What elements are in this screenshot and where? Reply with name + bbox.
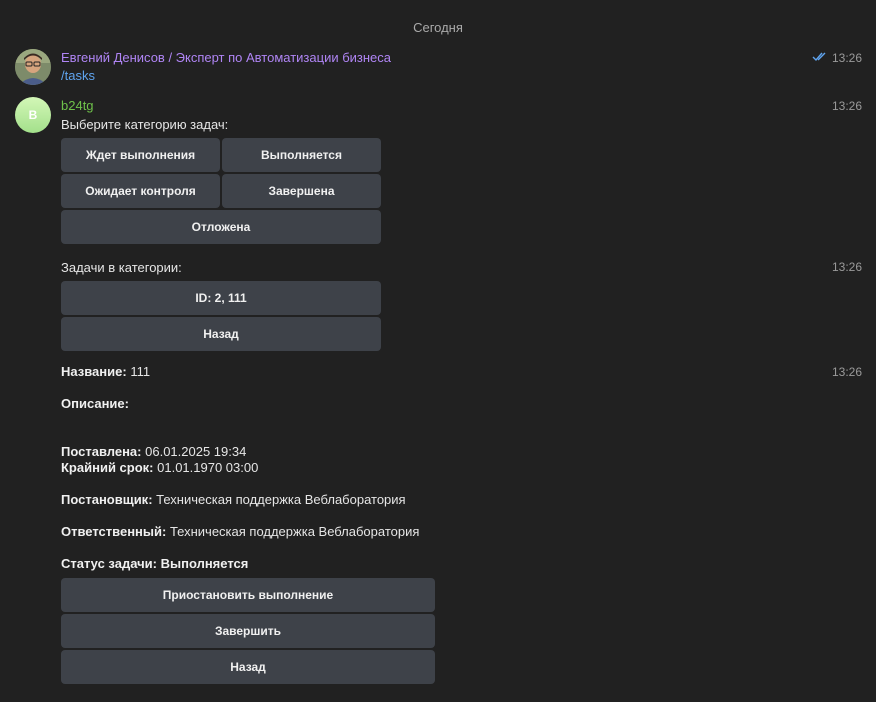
categories-prompt: Выберите категорию задач: xyxy=(61,117,229,132)
task-name-value: 111 xyxy=(130,364,151,379)
task-created-value: 06.01.2025 19:34 xyxy=(145,444,247,459)
categories-message-time: 13:26 xyxy=(831,99,862,113)
task-status-line: Статус задачи: Выполняется xyxy=(61,556,248,571)
task-deadline-label: Крайний срок: xyxy=(61,460,154,475)
task-detail-message-time: 13:26 xyxy=(831,365,862,379)
pause-task-button[interactable]: Приостановить выполнение xyxy=(61,578,435,612)
task-responsible-line: Ответственный: Техническая поддержка Веб… xyxy=(61,524,419,539)
task-responsible-label: Ответственный: xyxy=(61,524,167,539)
complete-task-button[interactable]: Завершить xyxy=(61,614,435,648)
user-message-time: 13:26 xyxy=(831,51,862,65)
task-creator-label: Постановщик: xyxy=(61,492,153,507)
task-list-message-time: 13:26 xyxy=(831,260,862,274)
category-button-completed[interactable]: Завершена xyxy=(222,174,381,208)
category-button-deferred[interactable]: Отложена xyxy=(61,210,381,244)
task-status-value: Выполняется xyxy=(160,556,249,571)
task-deadline-line: Крайний срок: 01.01.1970 03:00 xyxy=(61,460,258,475)
task-description-line: Описание: xyxy=(61,396,129,411)
task-responsible-value: Техническая поддержка Веблаборатория xyxy=(169,524,420,539)
command-link[interactable]: /tasks xyxy=(61,68,95,83)
task-created-line: Поставлена: 06.01.2025 19:34 xyxy=(61,444,246,459)
category-button-waiting[interactable]: Ждет выполнения xyxy=(61,138,220,172)
date-separator: Сегодня xyxy=(413,20,463,35)
task-button[interactable]: ID: 2, 111 xyxy=(61,281,381,315)
task-list-prompt: Задачи в категории: xyxy=(61,260,182,275)
task-description-label: Описание: xyxy=(61,396,129,411)
double-check-icon xyxy=(812,52,826,62)
bot-avatar[interactable]: B xyxy=(15,97,51,133)
task-creator-line: Постановщик: Техническая поддержка Вебла… xyxy=(61,492,406,507)
task-list-back-button[interactable]: Назад xyxy=(61,317,381,351)
user-sender-name[interactable]: Евгений Денисов / Эксперт по Автоматизац… xyxy=(61,50,391,65)
task-created-label: Поставлена: xyxy=(61,444,142,459)
task-deadline-value: 01.01.1970 03:00 xyxy=(157,460,259,475)
chat-view: Сегодня Евгений Денисов / Эксперт по Авт… xyxy=(0,0,876,702)
bot-sender-name[interactable]: b24tg xyxy=(61,98,94,113)
category-button-awaiting-control[interactable]: Ожидает контроля xyxy=(61,174,220,208)
task-detail-back-button[interactable]: Назад xyxy=(61,650,435,684)
task-name-line: Название: 111 xyxy=(61,364,150,379)
user-avatar-image xyxy=(15,49,51,85)
task-status-label: Статус задачи: xyxy=(61,556,157,571)
task-name-label: Название: xyxy=(61,364,127,379)
task-creator-value: Техническая поддержка Веблаборатория xyxy=(156,492,406,507)
user-avatar[interactable] xyxy=(15,49,51,85)
category-button-in-progress[interactable]: Выполняется xyxy=(222,138,381,172)
